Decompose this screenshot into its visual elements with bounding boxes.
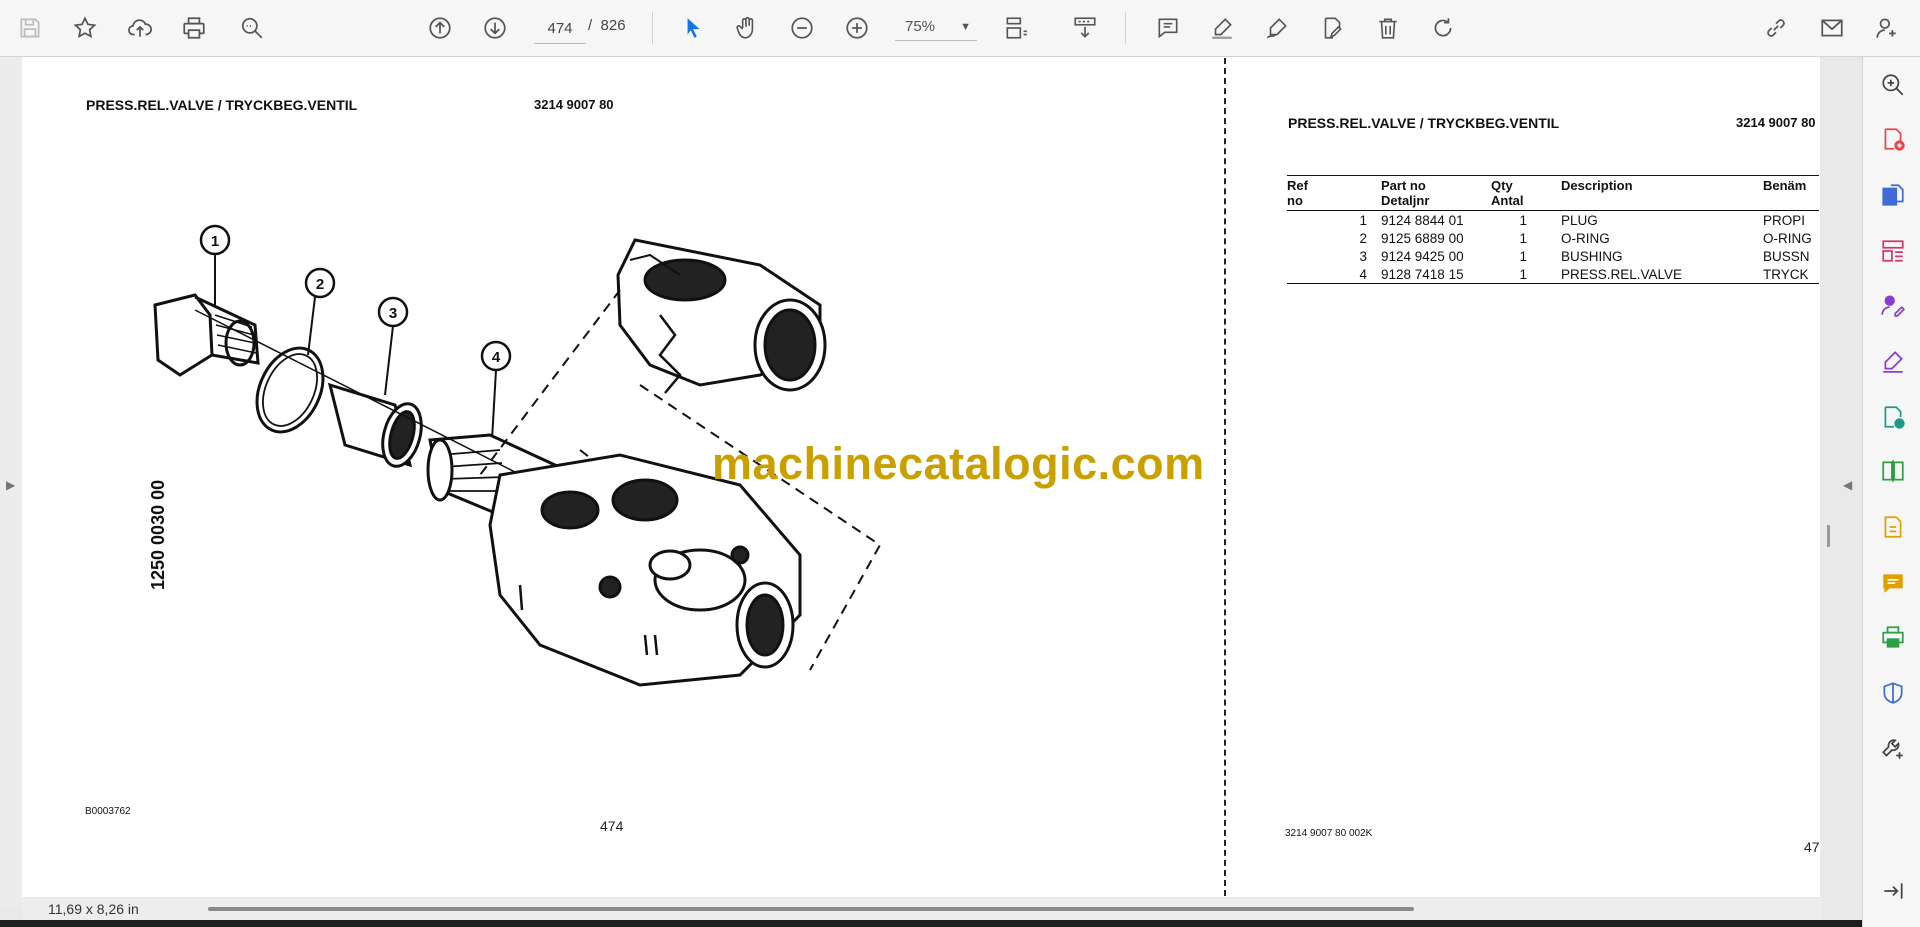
- add-user-icon[interactable]: [1869, 10, 1905, 46]
- fill-sign-icon[interactable]: [1877, 345, 1909, 377]
- left-page-title: PRESS.REL.VALVE / TRYCKBEG.VENTIL: [86, 97, 358, 113]
- next-page-icon[interactable]: [477, 10, 513, 46]
- table-row: 2 9125 6889 00 1 O-RING O-RING: [1359, 230, 1812, 246]
- horizontal-scrollbar[interactable]: [208, 907, 1414, 911]
- zoom-panel-icon[interactable]: [1877, 69, 1909, 101]
- status-bar: 11,69 x 8,26 in: [22, 898, 1822, 920]
- comment-panel-icon[interactable]: [1877, 567, 1909, 599]
- page-total: / 826: [588, 17, 626, 34]
- protect-icon[interactable]: [1877, 677, 1909, 709]
- search-icon[interactable]: [234, 10, 270, 46]
- page-fold-line: [1224, 58, 1226, 896]
- compare-files-icon[interactable]: [1877, 455, 1909, 487]
- table-row: 1 9124 8844 01 1 PLUG PROPI: [1359, 212, 1806, 228]
- left-page-part-number: 3214 9007 80: [534, 97, 614, 112]
- page-fit-icon[interactable]: [998, 10, 1034, 46]
- window-bottom-edge: [0, 920, 1920, 927]
- callout-1-label: 1: [211, 233, 219, 250]
- save-icon[interactable]: [12, 10, 48, 46]
- right-page-footer-code: 3214 9007 80 002K: [1285, 828, 1373, 839]
- chevron-down-icon: ▼: [960, 21, 971, 33]
- callout-2-label: 2: [316, 276, 324, 293]
- cloud-upload-icon[interactable]: [122, 10, 158, 46]
- top-toolbar: / 826 75%▼: [0, 0, 1920, 57]
- part-bushing: [327, 382, 423, 468]
- right-page-number: 47: [1804, 839, 1820, 855]
- more-tools-icon[interactable]: [1877, 733, 1909, 765]
- zoom-out-icon[interactable]: [784, 10, 820, 46]
- create-pdf-icon[interactable]: [1877, 123, 1909, 155]
- parts-table-header: Ref no Part no Detaljnr Qty Antal Descripti…: [1287, 175, 1819, 211]
- email-icon[interactable]: [1814, 10, 1850, 46]
- valve-body-top: [616, 238, 827, 394]
- send-review-icon[interactable]: [1877, 401, 1909, 433]
- zoom-in-icon[interactable]: [839, 10, 875, 46]
- image-reference: B0003762: [85, 806, 131, 817]
- share-link-icon[interactable]: [1758, 10, 1794, 46]
- scroll-mode-icon[interactable]: [1067, 10, 1103, 46]
- request-signature-icon[interactable]: [1877, 289, 1909, 321]
- expand-panel-icon[interactable]: [1877, 875, 1909, 907]
- redo-icon[interactable]: [1425, 10, 1461, 46]
- callout-3-label: 3: [389, 305, 397, 322]
- print-production-icon[interactable]: [1877, 621, 1909, 653]
- print-icon[interactable]: [176, 10, 212, 46]
- scan-ocr-icon[interactable]: [1877, 511, 1909, 543]
- right-page-title: PRESS.REL.VALVE / TRYCKBEG.VENTIL: [1288, 115, 1560, 131]
- edit-text-icon[interactable]: [1314, 10, 1350, 46]
- part-plug: [153, 293, 260, 377]
- star-icon[interactable]: [67, 10, 103, 46]
- exploded-view-drawing: 1 2 3 4: [153, 224, 882, 687]
- page-dimensions: 11,69 x 8,26 in: [48, 901, 139, 917]
- left-panel-toggle-icon[interactable]: ▶: [6, 478, 15, 492]
- organize-pages-icon[interactable]: [1877, 235, 1909, 267]
- parts-table: Ref no Part no Detaljnr Qty Antal Descripti…: [1287, 175, 1819, 284]
- left-page-number: 474: [600, 818, 624, 834]
- page-number-input[interactable]: [534, 13, 586, 44]
- right-panel-collapse-icon[interactable]: ◀: [1843, 478, 1852, 492]
- hand-tool-icon[interactable]: [729, 10, 765, 46]
- previous-page-icon[interactable]: [422, 10, 458, 46]
- highlight-icon[interactable]: [1204, 10, 1240, 46]
- table-row: 3 9124 9425 00 1 BUSHING BUSSN: [1359, 248, 1810, 264]
- select-cursor-icon[interactable]: [675, 10, 711, 46]
- table-row: 4 9128 7418 15 1 PRESS.REL.VALVE TRYCK: [1287, 265, 1819, 284]
- watermark: machinecatalogic.com: [712, 438, 1205, 489]
- comment-icon[interactable]: [1150, 10, 1186, 46]
- draw-icon[interactable]: [1259, 10, 1295, 46]
- callout-4-label: 4: [492, 349, 501, 366]
- tools-sidebar: [1862, 57, 1920, 927]
- export-pdf-icon[interactable]: [1877, 179, 1909, 211]
- right-page-part-number: 3214 9007 80: [1736, 115, 1816, 130]
- vertical-scrollbar[interactable]: [1827, 525, 1830, 547]
- delete-icon[interactable]: [1370, 10, 1406, 46]
- zoom-select[interactable]: 75% ▼: [895, 13, 977, 41]
- page-clip-area: [1820, 57, 1840, 897]
